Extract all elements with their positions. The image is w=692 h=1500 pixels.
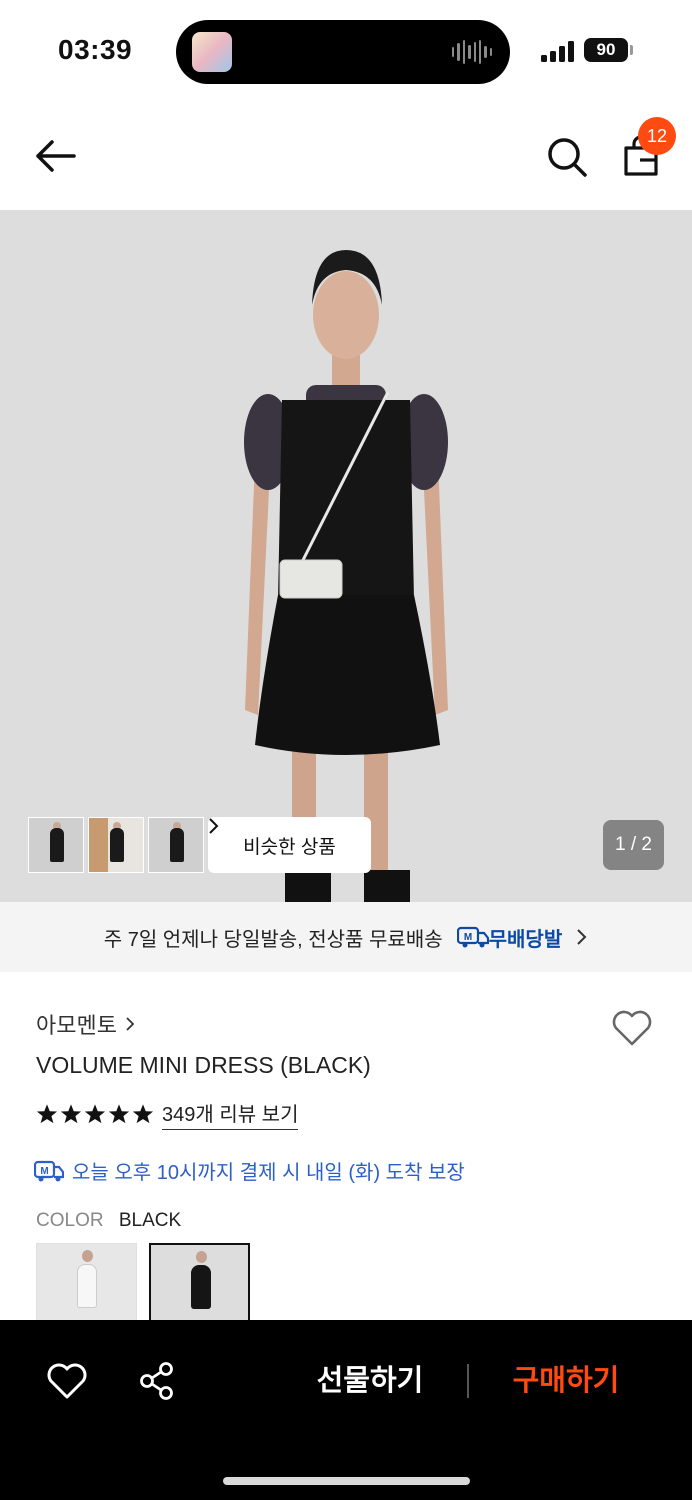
free-shipping-badge-label: 무배당발	[488, 928, 563, 951]
back-arrow-icon	[36, 140, 76, 172]
cellular-signal-icon	[541, 40, 575, 62]
delivery-truck-icon: M	[34, 1160, 64, 1181]
like-button[interactable]	[44, 1358, 90, 1404]
svg-text:M: M	[40, 1166, 48, 1177]
thumbnail-3[interactable]	[148, 817, 204, 873]
star-icon	[108, 1104, 130, 1124]
star-icon	[132, 1104, 154, 1124]
reviews-link[interactable]: 349개 리뷰 보기	[162, 1098, 299, 1130]
arrival-guarantee-text: 오늘 오후 10시까지 결제 시 내일 (화) 도착 보장	[72, 1162, 465, 1184]
delivery-banner[interactable]: 주 7일 언제나 당일발송, 전상품 무료배송 M 무배당발	[0, 902, 692, 972]
status-time: 03:39	[58, 34, 133, 65]
bottom-action-bar: 선물하기 구매하기	[0, 1320, 692, 1500]
similar-products-label: 비슷한 상품	[243, 836, 336, 858]
svg-text:M: M	[463, 932, 471, 943]
brand-link[interactable]: 아모멘토	[36, 1008, 135, 1040]
bar-divider	[467, 1364, 469, 1398]
status-bar: 03:39 90	[0, 0, 692, 100]
product-photo	[0, 210, 692, 902]
star-icon	[60, 1104, 82, 1124]
free-shipping-badge: M 무배당발	[456, 923, 563, 952]
buy-button[interactable]: 구매하기	[496, 1358, 636, 1404]
similar-products-button[interactable]: 비슷한 상품	[208, 817, 371, 873]
image-page-indicator: 1 / 2	[603, 820, 664, 870]
cart-count-badge: 12	[638, 117, 676, 155]
now-playing-app-icon	[192, 32, 232, 72]
brand-name: 아모멘토	[36, 1013, 117, 1038]
back-button[interactable]	[30, 134, 82, 178]
product-image-carousel[interactable]: 비슷한 상품 1 / 2	[0, 210, 692, 902]
chevron-right-icon	[126, 1017, 135, 1031]
rating-stars	[36, 1103, 154, 1125]
rating-row: 349개 리뷰 보기	[36, 1098, 299, 1130]
top-navigation: 12	[0, 100, 692, 210]
thumbnail-1[interactable]	[28, 817, 84, 873]
share-button[interactable]	[136, 1358, 180, 1404]
heart-outline-icon	[612, 1010, 652, 1046]
share-icon	[140, 1362, 173, 1400]
star-icon	[36, 1104, 58, 1124]
thumbnail-2[interactable]	[88, 817, 144, 873]
chevron-right-icon	[209, 818, 219, 834]
battery-level: 90	[584, 38, 628, 62]
product-title: VOLUME MINI DRESS (BLACK)	[36, 1052, 371, 1078]
search-button[interactable]	[544, 134, 590, 180]
color-label: COLOR	[36, 1210, 104, 1231]
audio-waveform-icon	[452, 40, 492, 64]
delivery-truck-icon: M	[456, 926, 489, 948]
delivery-banner-text: 주 7일 언제나 당일발송, 전상품 무료배송	[103, 928, 443, 951]
search-icon	[548, 138, 587, 177]
home-indicator[interactable]	[223, 1477, 470, 1485]
dynamic-island	[176, 20, 510, 84]
wishlist-button[interactable]	[610, 1006, 654, 1050]
star-icon	[84, 1104, 106, 1124]
battery-cap	[630, 45, 633, 55]
chevron-right-icon	[577, 929, 587, 945]
gift-button[interactable]: 선물하기	[300, 1358, 440, 1404]
color-selector-label: COLOR BLACK	[36, 1210, 181, 1232]
heart-outline-icon	[47, 1363, 87, 1399]
selected-color: BLACK	[118, 1210, 182, 1231]
arrival-guarantee: M 오늘 오후 10시까지 결제 시 내일 (화) 도착 보장	[34, 1156, 465, 1185]
thumbnail-strip	[28, 817, 204, 873]
